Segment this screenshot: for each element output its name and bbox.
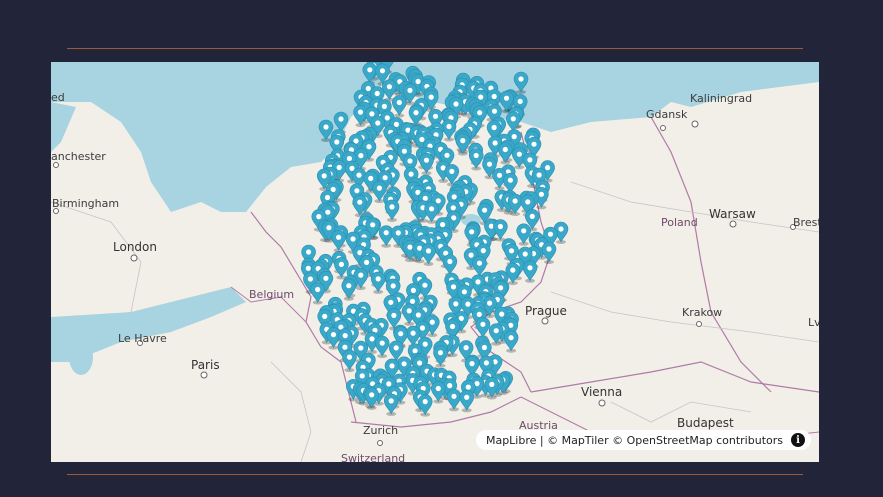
location-marker-icon[interactable] xyxy=(516,223,532,246)
location-marker-icon[interactable] xyxy=(441,119,457,142)
location-marker-icon[interactable] xyxy=(430,381,446,404)
bottom-divider xyxy=(67,474,803,475)
location-marker-icon[interactable] xyxy=(341,278,357,301)
top-divider xyxy=(67,48,803,49)
location-marker-icon[interactable] xyxy=(541,241,557,264)
location-marker-icon[interactable] xyxy=(334,257,349,280)
location-marker-icon[interactable] xyxy=(374,335,390,359)
location-marker-icon[interactable] xyxy=(417,394,433,417)
location-marker-icon[interactable] xyxy=(503,330,519,353)
marker-layer[interactable] xyxy=(51,62,819,462)
location-marker-icon[interactable] xyxy=(391,95,407,118)
location-marker-icon[interactable] xyxy=(370,271,386,294)
location-marker-icon[interactable] xyxy=(459,390,475,413)
location-marker-icon[interactable] xyxy=(342,349,357,373)
location-marker-icon[interactable] xyxy=(513,71,529,94)
location-marker-icon[interactable] xyxy=(446,389,462,412)
location-marker-icon[interactable] xyxy=(378,225,394,248)
map-view[interactable]: Kaliningrad Gdansk Warsaw Poland Prague … xyxy=(51,62,819,462)
location-marker-icon[interactable] xyxy=(455,133,471,156)
location-marker-icon[interactable] xyxy=(433,345,448,368)
location-marker-icon[interactable] xyxy=(419,152,434,176)
location-marker-icon[interactable] xyxy=(505,262,521,286)
location-marker-icon[interactable] xyxy=(468,148,484,171)
attribution-text: MapLibre | © MapTiler © OpenStreetMap co… xyxy=(485,433,783,447)
location-marker-icon[interactable] xyxy=(522,260,538,283)
location-marker-icon[interactable] xyxy=(310,282,326,305)
attribution-box: MapLibre | © MapTiler © OpenStreetMap co… xyxy=(475,430,811,450)
location-marker-icon[interactable] xyxy=(331,230,346,253)
location-marker-icon[interactable] xyxy=(384,199,400,222)
info-icon[interactable]: i xyxy=(791,433,805,447)
location-marker-icon[interactable] xyxy=(383,393,399,416)
location-marker-icon[interactable] xyxy=(421,243,436,266)
